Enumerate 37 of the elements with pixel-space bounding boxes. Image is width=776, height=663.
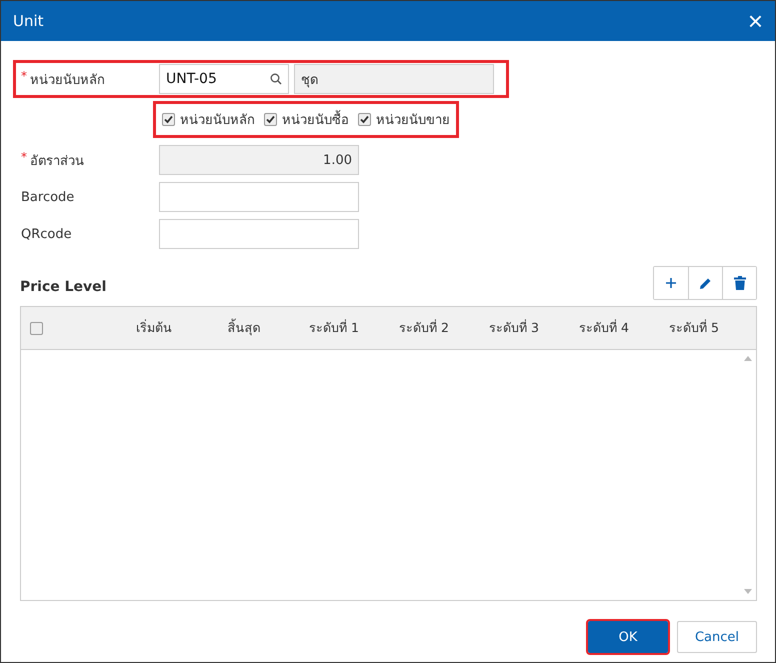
field-label: อัตราส่วน [30,152,84,170]
field-label: Barcode [21,190,74,204]
checkbox[interactable] [358,113,371,126]
column-header[interactable]: ระดับที่ 1 [289,318,379,338]
select-all-checkbox[interactable] [30,322,43,334]
required-mark: * [21,68,27,82]
column-header[interactable]: เริ่มต้น [109,318,199,338]
column-header[interactable]: ระดับที่ 4 [559,318,649,338]
column-header[interactable]: ระดับที่ 3 [469,318,559,338]
checkbox[interactable] [162,113,175,126]
field-value: UNT-05 [166,71,217,87]
delete-button[interactable] [722,267,756,299]
trash-icon [734,276,746,290]
unit-name-field: ชุด [294,64,494,94]
pencil-icon [699,276,712,290]
field-label: หน่วยนับหลัก [30,72,105,90]
checkbox-label: หน่วยนับขาย [376,112,450,130]
scroll-up-icon[interactable] [744,355,752,361]
scroll-down-icon[interactable] [744,589,752,595]
input-field[interactable] [159,182,359,212]
input-field[interactable] [159,219,359,249]
column-header[interactable]: ระดับที่ 5 [649,318,739,338]
checkbox-label: หน่วยนับหลัก [180,112,255,130]
cancel-button[interactable]: Cancel [677,621,757,653]
checkbox-label: หน่วยนับซื้อ [282,109,349,130]
ok-button[interactable]: OK [588,621,668,653]
column-header[interactable]: สิ้นสุด [199,318,289,338]
search-icon[interactable] [270,73,282,85]
section-title: Price Level [20,279,106,295]
column-header[interactable]: ระดับที่ 2 [379,318,469,338]
unit-code-field[interactable]: UNT-05 [159,64,289,94]
plus-icon [665,277,677,289]
close-button[interactable]: × [748,8,763,34]
window-title: Unit [13,12,44,30]
required-mark: * [21,150,27,164]
checkbox[interactable] [264,113,277,126]
field-label: QRcode [21,226,72,242]
